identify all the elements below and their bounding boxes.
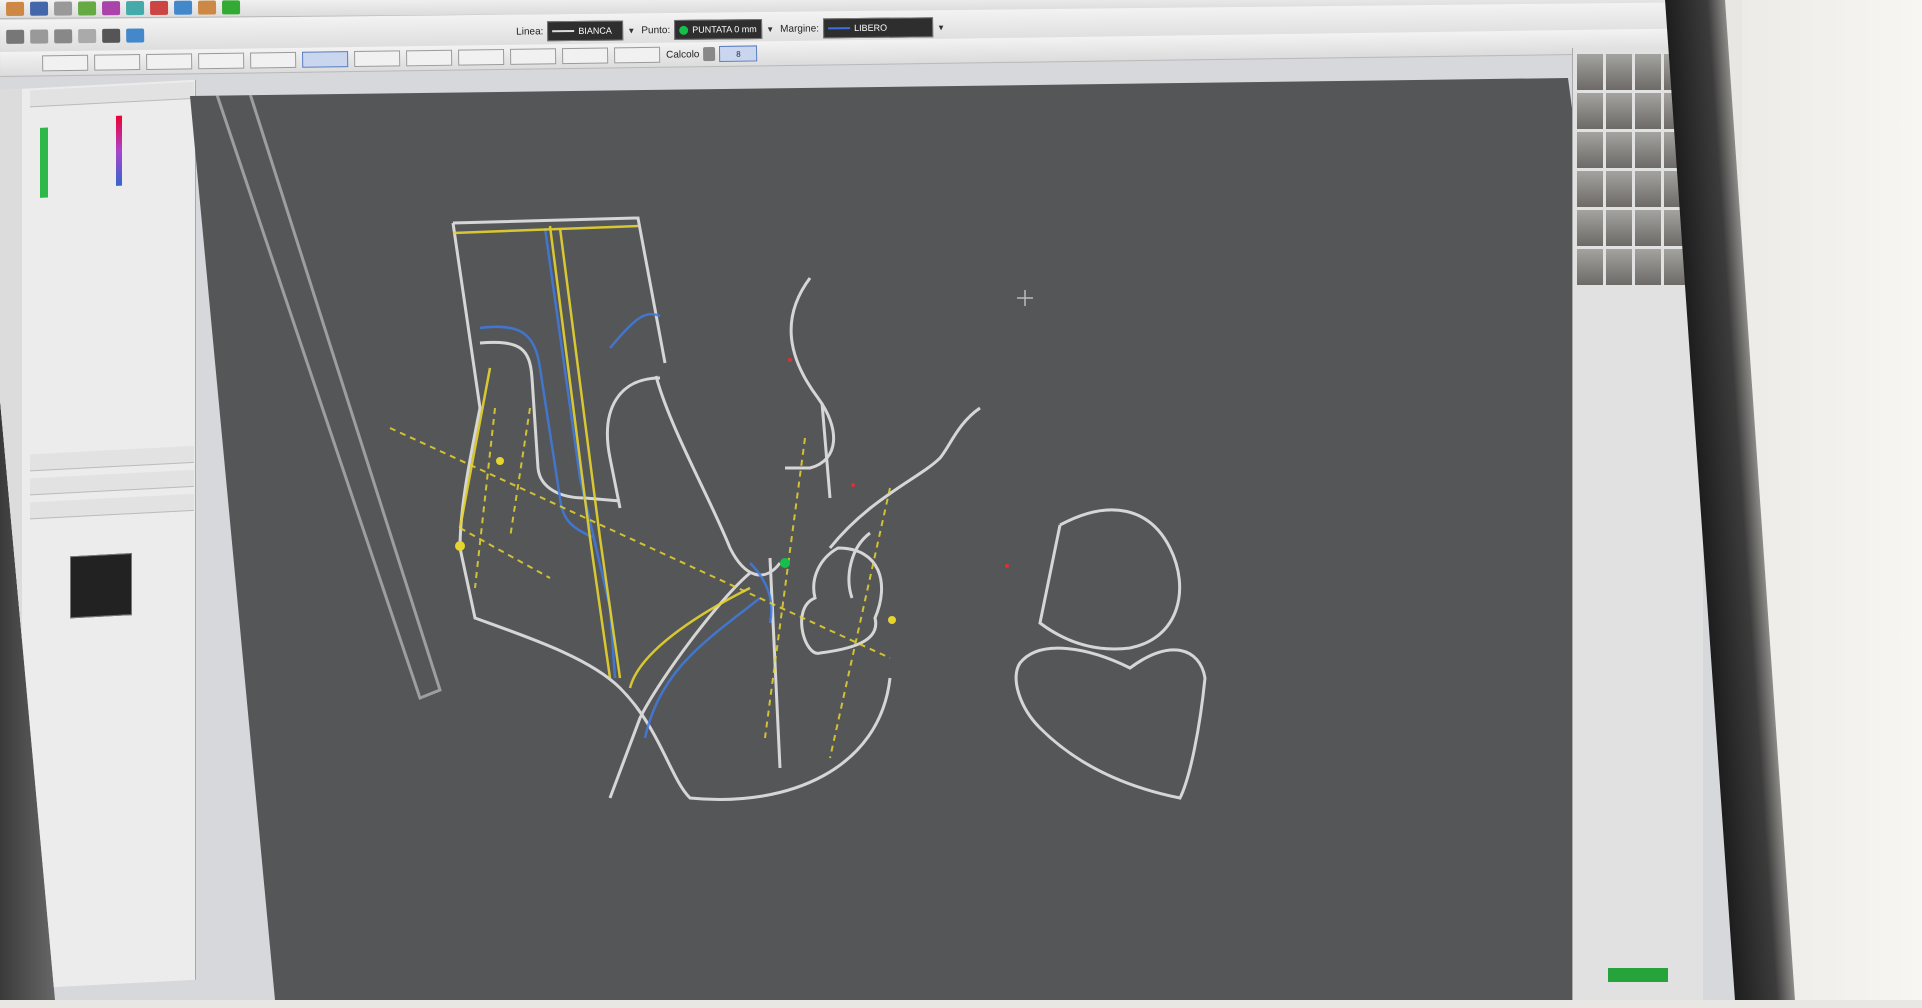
measure-icon[interactable] (126, 0, 145, 16)
thumbnail[interactable] (1635, 210, 1661, 246)
thumbnail[interactable] (1606, 171, 1632, 207)
size-box[interactable] (146, 53, 193, 70)
thumbnail[interactable] (1635, 93, 1661, 129)
margin-style-group: Margine: LIBERO ▼ (780, 17, 945, 39)
size-box-selected[interactable] (302, 51, 349, 68)
dimension-icon[interactable] (78, 28, 97, 44)
line-style-value: BIANCA (578, 25, 612, 36)
pencil-icon[interactable] (126, 28, 145, 43)
margin-style-select[interactable]: LIBERO (822, 17, 934, 39)
layer-color-green[interactable] (40, 127, 48, 198)
piece-outline (451, 216, 981, 801)
size-box[interactable] (458, 48, 505, 66)
thumbnail[interactable] (1577, 54, 1603, 90)
pattern-drawing (210, 78, 1207, 801)
point-sample-icon (679, 25, 689, 35)
layer-color-bar[interactable] (116, 115, 122, 186)
calc-group: Calcolo 8 (666, 45, 758, 62)
piece-icon[interactable] (222, 0, 241, 15)
panel-section-header (30, 469, 194, 496)
strip-outline (210, 78, 442, 700)
status-indicator (1608, 968, 1668, 982)
size-box[interactable] (198, 52, 245, 70)
size-box[interactable] (94, 54, 141, 71)
margin-label: Margine: (780, 22, 820, 35)
grade-icon[interactable] (198, 0, 217, 15)
calc-label: Calcolo (666, 48, 700, 61)
line-label: Linea: (516, 25, 544, 38)
thumbnail[interactable] (1606, 54, 1632, 90)
thumbnail[interactable] (1577, 210, 1603, 246)
thumbnail[interactable] (1577, 93, 1603, 129)
calc-value[interactable]: 8 (719, 45, 758, 62)
thumbnail[interactable] (1577, 249, 1603, 285)
line-style-select[interactable]: BIANCA (547, 20, 624, 42)
grid-icon[interactable] (6, 29, 25, 44)
size-box[interactable] (250, 51, 297, 69)
construction-lines (452, 224, 751, 689)
thumbnail[interactable] (1606, 132, 1632, 168)
save-icon[interactable] (30, 1, 49, 16)
point-style-select[interactable]: PUNTATA 0 mm (674, 19, 763, 40)
panel-section-header (30, 445, 194, 472)
thumbnail[interactable] (1635, 132, 1661, 168)
thumbnail[interactable] (1577, 171, 1603, 207)
thumbnail[interactable] (1635, 171, 1661, 207)
thumbnail[interactable] (1606, 93, 1632, 129)
size-box[interactable] (406, 49, 453, 67)
thumbnail[interactable] (1635, 54, 1661, 90)
size-box[interactable] (42, 54, 89, 72)
panel-header (30, 81, 194, 108)
panel-section-header (30, 493, 194, 520)
chevron-down-icon[interactable]: ▼ (937, 23, 945, 32)
curve-icon[interactable] (102, 1, 121, 16)
monitor-screen: Linea: BIANCA ▼ Punto: PUNTATA 0 mm ▼ Ma… (0, 0, 1760, 1000)
draw-icon[interactable] (78, 1, 97, 16)
point-style-group: Punto: PUNTATA 0 mm ▼ (641, 19, 774, 40)
guide-lines (479, 227, 773, 739)
margin-sample-icon (828, 27, 851, 30)
point-style-value: PUNTATA 0 mm (692, 24, 757, 35)
chevron-down-icon[interactable]: ▼ (627, 26, 635, 35)
piece-preview (70, 553, 132, 619)
mirror-icon[interactable] (174, 0, 193, 15)
size-box[interactable] (562, 47, 609, 65)
line-sample-icon (552, 29, 575, 33)
table-icon[interactable] (102, 28, 121, 43)
size-box[interactable] (510, 48, 557, 65)
thumbnail[interactable] (1606, 249, 1632, 285)
open-icon[interactable] (6, 1, 25, 16)
size-box[interactable] (613, 46, 661, 64)
thumbnail[interactable] (1606, 210, 1632, 246)
thumbnail[interactable] (1577, 132, 1603, 168)
calc-icon[interactable] (703, 47, 716, 62)
thumbnail[interactable] (1635, 249, 1661, 285)
sole-pieces (1014, 508, 1207, 800)
size-box[interactable] (354, 50, 401, 68)
line-style-group: Linea: BIANCA ▼ (516, 20, 635, 42)
snap-icon[interactable] (30, 29, 49, 44)
cut-icon[interactable] (150, 0, 169, 15)
print-icon[interactable] (54, 1, 73, 16)
node-icon[interactable] (54, 29, 73, 44)
drawing-canvas[interactable] (190, 78, 1580, 1000)
chevron-down-icon[interactable]: ▼ (766, 24, 774, 33)
point-label: Punto: (641, 24, 671, 36)
margin-style-value: LIBERO (854, 22, 888, 34)
